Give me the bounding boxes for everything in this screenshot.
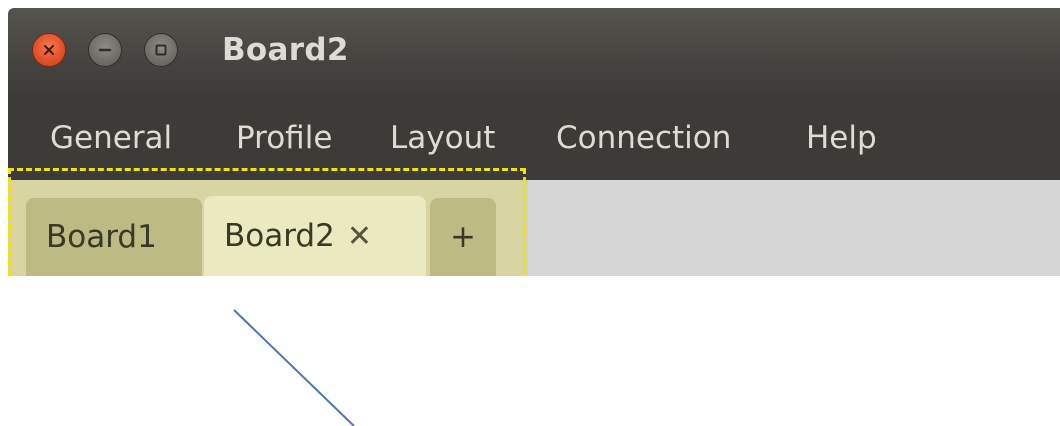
title-bar[interactable]: Board2 <box>8 8 1060 100</box>
add-tab-button[interactable]: + <box>430 198 496 276</box>
maximize-button[interactable] <box>144 33 178 67</box>
menu-bar: General Profile Layout Connection Help <box>8 100 1060 180</box>
app-window: Board2 General Profile Layout Connection… <box>8 8 1060 426</box>
board-canvas[interactable] <box>8 276 1060 426</box>
tab-label: Board1 <box>46 219 157 255</box>
tab-strip: Board1 Board2 ✕ + <box>8 180 1060 276</box>
tab-board2[interactable]: Board2 ✕ <box>204 196 426 276</box>
plus-icon: + <box>450 219 476 255</box>
tab-pane: Board1 Board2 ✕ + <box>8 180 528 276</box>
menu-profile[interactable]: Profile <box>236 120 332 156</box>
menu-connection[interactable]: Connection <box>556 120 731 156</box>
menu-layout[interactable]: Layout <box>390 120 495 156</box>
close-icon <box>43 44 55 56</box>
minimize-button[interactable] <box>88 33 122 67</box>
close-tab-icon[interactable]: ✕ <box>347 219 372 254</box>
connector-line <box>233 309 355 426</box>
menu-general[interactable]: General <box>50 120 172 156</box>
menu-help[interactable]: Help <box>806 120 877 156</box>
window-title: Board2 <box>222 32 349 68</box>
close-button[interactable] <box>32 33 66 67</box>
minimize-icon <box>98 48 112 52</box>
maximize-icon <box>155 44 167 56</box>
tab-label: Board2 <box>224 218 335 254</box>
tab-board1[interactable]: Board1 <box>26 198 202 276</box>
